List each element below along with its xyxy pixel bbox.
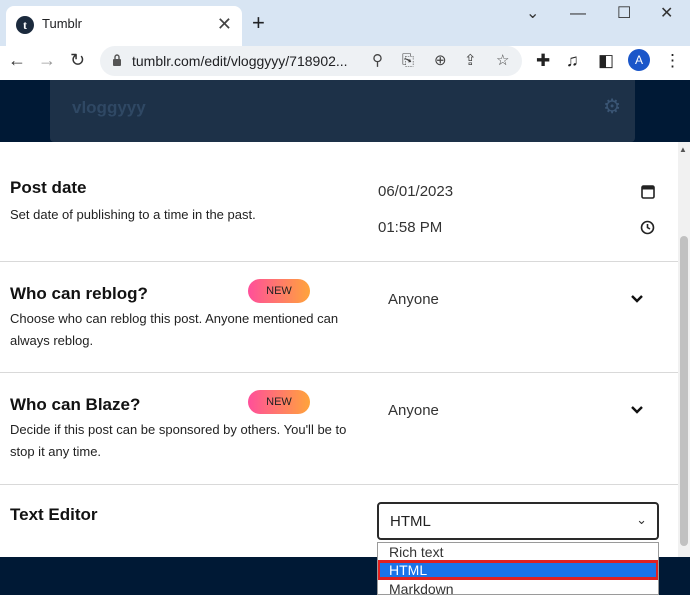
zoom-icon[interactable]: ⊕ xyxy=(434,52,447,70)
post-date-description: Set date of publishing to a time in the … xyxy=(10,207,256,222)
install-app-icon[interactable]: ⎘ xyxy=(402,52,414,70)
browser-tab-bar: t Tumblr ✕ + ⌄ — ☐ ✕ xyxy=(0,0,690,46)
app-header: vloggyyy ⚙ xyxy=(0,80,690,142)
blaze-title: Who can Blaze? xyxy=(10,395,141,414)
menu-dots-icon[interactable]: ⋮ xyxy=(664,51,681,71)
post-settings-panel: Post date Set date of publishing to a ti… xyxy=(0,142,678,557)
share-icon[interactable]: ⇪ xyxy=(464,52,477,70)
address-bar[interactable]: tumblr.com/edit/vloggyyy/718902... ⚲ ⎘ ⊕… xyxy=(100,46,522,76)
blog-name: vloggyyy xyxy=(72,98,146,117)
tab-search-icon[interactable]: ⌄ xyxy=(526,6,539,22)
lock-icon xyxy=(113,54,121,66)
browser-toolbar: ← → ↻ tumblr.com/edit/vloggyyy/718902...… xyxy=(0,46,690,76)
time-input[interactable]: 01:58 PM xyxy=(378,219,442,236)
text-editor-select[interactable]: HTML ⌄ xyxy=(377,502,659,540)
bookmark-star-icon[interactable]: ☆ xyxy=(496,52,509,70)
date-input[interactable]: 06/01/2023 xyxy=(378,183,453,200)
search-icon[interactable]: ⚲ xyxy=(372,52,383,70)
minimize-icon[interactable]: — xyxy=(570,6,586,22)
text-editor-value: HTML xyxy=(390,513,431,530)
option-rich-text[interactable]: Rich text xyxy=(378,543,658,561)
extensions-icon[interactable]: ✚ xyxy=(536,51,550,71)
reblog-section: Who can reblog? NEW Choose who can reblo… xyxy=(0,262,678,373)
reblog-description: Choose who can reblog this post. Anyone … xyxy=(10,311,339,348)
blog-selector[interactable]: vloggyyy ⚙ xyxy=(50,80,635,142)
side-panel-icon[interactable]: ◧ xyxy=(598,51,614,71)
post-date-title: Post date xyxy=(10,178,87,197)
chevron-down-icon xyxy=(631,406,643,414)
blaze-select[interactable]: Anyone xyxy=(378,393,658,425)
option-html[interactable]: HTML xyxy=(378,560,658,580)
tab-title: Tumblr xyxy=(42,16,82,31)
browser-tab[interactable]: t Tumblr ✕ xyxy=(6,6,242,46)
reload-icon[interactable]: ↻ xyxy=(70,50,85,70)
reblog-title: Who can reblog? xyxy=(10,284,148,303)
blaze-description: Decide if this post can be sponsored by … xyxy=(10,422,347,459)
reblog-value: Anyone xyxy=(388,291,439,308)
scroll-thumb[interactable] xyxy=(680,236,688,546)
reblog-select[interactable]: Anyone xyxy=(378,282,658,314)
new-badge: NEW xyxy=(248,390,310,414)
gear-icon[interactable]: ⚙ xyxy=(603,96,621,118)
text-editor-title: Text Editor xyxy=(10,505,98,524)
scroll-up-icon[interactable]: ▲ xyxy=(679,145,687,155)
back-icon[interactable]: ← xyxy=(8,50,26,70)
close-window-icon[interactable]: ✕ xyxy=(660,6,673,22)
forward-icon[interactable]: → xyxy=(38,50,56,70)
blaze-section: Who can Blaze? NEW Decide if this post c… xyxy=(0,373,678,485)
close-tab-icon[interactable]: ✕ xyxy=(217,14,232,34)
clock-icon[interactable] xyxy=(640,220,655,235)
tumblr-favicon-icon: t xyxy=(16,16,34,34)
post-date-section: Post date Set date of publishing to a ti… xyxy=(0,156,678,262)
text-editor-dropdown: Rich text HTML Markdown xyxy=(377,542,659,595)
calendar-icon[interactable] xyxy=(641,184,655,199)
maximize-icon[interactable]: ☐ xyxy=(617,6,631,22)
chevron-down-icon: ⌄ xyxy=(636,512,647,527)
option-markdown[interactable]: Markdown xyxy=(378,580,658,594)
new-tab-icon[interactable]: + xyxy=(252,12,265,34)
profile-avatar[interactable]: A xyxy=(628,49,650,71)
new-badge: NEW xyxy=(248,279,310,303)
media-controls-icon[interactable]: ♫ xyxy=(566,51,579,71)
url-text: tumblr.com/edit/vloggyyy/718902... xyxy=(132,53,348,69)
blaze-value: Anyone xyxy=(388,402,439,419)
scrollbar[interactable]: ▲ xyxy=(678,142,690,557)
chevron-down-icon xyxy=(631,295,643,303)
